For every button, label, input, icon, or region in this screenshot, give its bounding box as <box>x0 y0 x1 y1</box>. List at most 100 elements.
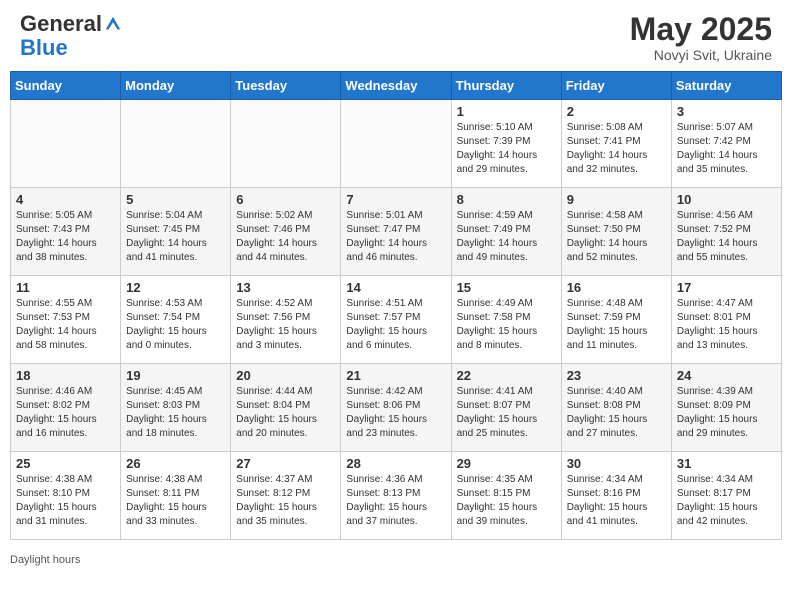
day-number: 20 <box>236 368 335 383</box>
day-number: 7 <box>346 192 445 207</box>
day-number: 14 <box>346 280 445 295</box>
day-number: 2 <box>567 104 666 119</box>
calendar-cell: 15Sunrise: 4:49 AM Sunset: 7:58 PM Dayli… <box>451 276 561 364</box>
calendar-cell: 8Sunrise: 4:59 AM Sunset: 7:49 PM Daylig… <box>451 188 561 276</box>
calendar-cell: 17 Sunrise: 4:47 AM Sunset: 8:01 PM Dayli… <box>671 276 781 364</box>
calendar-cell: 27Sunrise: 4:37 AM Sunset: 8:12 PM Dayli… <box>231 452 341 540</box>
weekday-header-monday: Monday <box>121 72 231 100</box>
day-info: Sunrise: 5:08 AM Sunset: 7:41 PM Dayligh… <box>567 121 666 177</box>
day-info: Sunrise: 5:05 AM Sunset: 7:43 PM Dayligh… <box>16 209 115 265</box>
day-info: Sunrise: 4:48 AM Sunset: 7:59 PM Dayligh… <box>567 297 666 353</box>
day-info: Sunrise: 4:58 AM Sunset: 7:50 PM Dayligh… <box>567 209 666 265</box>
calendar-cell: 2 Sunrise: 5:08 AM Sunset: 7:41 PM Daylig… <box>561 100 671 188</box>
weekday-header-tuesday: Tuesday <box>231 72 341 100</box>
calendar-cell: 6Sunrise: 5:02 AM Sunset: 7:46 PM Daylig… <box>231 188 341 276</box>
day-number: 21 <box>346 368 445 383</box>
calendar-header: SundayMondayTuesdayWednesdayThursdayFrid… <box>11 72 782 100</box>
calendar-cell: 31 Sunrise: 4:34 AM Sunset: 8:17 PM Dayli… <box>671 452 781 540</box>
calendar-cell <box>341 100 451 188</box>
day-info: Sunrise: 4:40 AM Sunset: 8:08 PM Dayligh… <box>567 385 666 441</box>
calendar-cell: 10Sunrise: 4:56 AM Sunset: 7:52 PM Dayli… <box>671 188 781 276</box>
day-number: 30 <box>567 456 666 471</box>
calendar-cell <box>231 100 341 188</box>
calendar-cell <box>121 100 231 188</box>
location-title: Novyi Svit, Ukraine <box>630 47 772 63</box>
weekday-row: SundayMondayTuesdayWednesdayThursdayFrid… <box>11 72 782 100</box>
calendar-cell: 9 Sunrise: 4:58 AM Sunset: 7:50 PM Daylig… <box>561 188 671 276</box>
logo-blue-text: Blue <box>20 36 122 60</box>
day-info: Sunrise: 4:44 AM Sunset: 8:04 PM Dayligh… <box>236 385 335 441</box>
weekday-header-thursday: Thursday <box>451 72 561 100</box>
day-info: Sunrise: 4:34 AM Sunset: 8:16 PM Dayligh… <box>567 473 666 529</box>
day-number: 17 <box>677 280 776 295</box>
day-info: Sunrise: 4:56 AM Sunset: 7:52 PM Dayligh… <box>677 209 776 265</box>
day-info: Sunrise: 4:52 AM Sunset: 7:56 PM Dayligh… <box>236 297 335 353</box>
day-info: Sunrise: 4:39 AM Sunset: 8:09 PM Dayligh… <box>677 385 776 441</box>
calendar-cell: 25 Sunrise: 4:38 AM Sunset: 8:10 PM Dayli… <box>11 452 121 540</box>
calendar-footer: Daylight hours <box>0 550 792 572</box>
day-info: Sunrise: 5:10 AM Sunset: 7:39 PM Dayligh… <box>457 121 556 177</box>
day-number: 16 <box>567 280 666 295</box>
day-number: 12 <box>126 280 225 295</box>
calendar-cell: 23 Sunrise: 4:40 AM Sunset: 8:08 PM Dayli… <box>561 364 671 452</box>
daylight-label: Daylight hours <box>10 554 80 566</box>
day-info: Sunrise: 4:45 AM Sunset: 8:03 PM Dayligh… <box>126 385 225 441</box>
weekday-header-friday: Friday <box>561 72 671 100</box>
calendar-cell: 18 Sunrise: 4:46 AM Sunset: 8:02 PM Dayli… <box>11 364 121 452</box>
day-info: Sunrise: 4:38 AM Sunset: 8:11 PM Dayligh… <box>126 473 225 529</box>
calendar-cell: 21Sunrise: 4:42 AM Sunset: 8:06 PM Dayli… <box>341 364 451 452</box>
calendar-cell: 7Sunrise: 5:01 AM Sunset: 7:47 PM Daylig… <box>341 188 451 276</box>
logo-icon <box>104 15 122 33</box>
day-number: 29 <box>457 456 556 471</box>
day-number: 28 <box>346 456 445 471</box>
weekday-header-sunday: Sunday <box>11 72 121 100</box>
day-number: 25 <box>16 456 115 471</box>
day-number: 4 <box>16 192 115 207</box>
day-number: 1 <box>457 104 556 119</box>
calendar-cell: 5Sunrise: 5:04 AM Sunset: 7:45 PM Daylig… <box>121 188 231 276</box>
calendar-week-5: 25 Sunrise: 4:38 AM Sunset: 8:10 PM Dayli… <box>11 452 782 540</box>
day-info: Sunrise: 4:34 AM Sunset: 8:17 PM Dayligh… <box>677 473 776 529</box>
calendar-cell: 30 Sunrise: 4:34 AM Sunset: 8:16 PM Dayli… <box>561 452 671 540</box>
page-header: General Blue May 2025 Novyi Svit, Ukrain… <box>0 0 792 71</box>
day-number: 23 <box>567 368 666 383</box>
month-title: May 2025 <box>630 12 772 47</box>
day-number: 24 <box>677 368 776 383</box>
calendar-cell: 4 Sunrise: 5:05 AM Sunset: 7:43 PM Daylig… <box>11 188 121 276</box>
day-info: Sunrise: 4:38 AM Sunset: 8:10 PM Dayligh… <box>16 473 115 529</box>
day-info: Sunrise: 5:07 AM Sunset: 7:42 PM Dayligh… <box>677 121 776 177</box>
day-number: 6 <box>236 192 335 207</box>
calendar-cell: 11Sunrise: 4:55 AM Sunset: 7:53 PM Dayli… <box>11 276 121 364</box>
day-number: 9 <box>567 192 666 207</box>
calendar-table: SundayMondayTuesdayWednesdayThursdayFrid… <box>10 71 782 540</box>
calendar-cell: 12 Sunrise: 4:53 AM Sunset: 7:54 PM Dayli… <box>121 276 231 364</box>
calendar-cell: 20 Sunrise: 4:44 AM Sunset: 8:04 PM Dayli… <box>231 364 341 452</box>
calendar-week-2: 4 Sunrise: 5:05 AM Sunset: 7:43 PM Daylig… <box>11 188 782 276</box>
day-info: Sunrise: 4:36 AM Sunset: 8:13 PM Dayligh… <box>346 473 445 529</box>
calendar-cell: 28 Sunrise: 4:36 AM Sunset: 8:13 PM Dayli… <box>341 452 451 540</box>
calendar-cell: 3 Sunrise: 5:07 AM Sunset: 7:42 PM Daylig… <box>671 100 781 188</box>
day-info: Sunrise: 4:51 AM Sunset: 7:57 PM Dayligh… <box>346 297 445 353</box>
logo-general-text: General <box>20 12 102 36</box>
calendar-cell: 16 Sunrise: 4:48 AM Sunset: 7:59 PM Dayli… <box>561 276 671 364</box>
calendar-cell: 24 Sunrise: 4:39 AM Sunset: 8:09 PM Dayli… <box>671 364 781 452</box>
weekday-header-wednesday: Wednesday <box>341 72 451 100</box>
calendar-cell: 14 Sunrise: 4:51 AM Sunset: 7:57 PM Dayli… <box>341 276 451 364</box>
calendar-cell: 1 Sunrise: 5:10 AM Sunset: 7:39 PM Daylig… <box>451 100 561 188</box>
calendar-cell: 29Sunrise: 4:35 AM Sunset: 8:15 PM Dayli… <box>451 452 561 540</box>
day-number: 13 <box>236 280 335 295</box>
day-number: 18 <box>16 368 115 383</box>
day-number: 31 <box>677 456 776 471</box>
calendar-week-4: 18 Sunrise: 4:46 AM Sunset: 8:02 PM Dayli… <box>11 364 782 452</box>
calendar-cell: 26Sunrise: 4:38 AM Sunset: 8:11 PM Dayli… <box>121 452 231 540</box>
day-info: Sunrise: 4:41 AM Sunset: 8:07 PM Dayligh… <box>457 385 556 441</box>
day-number: 11 <box>16 280 115 295</box>
title-block: May 2025 Novyi Svit, Ukraine <box>630 12 772 63</box>
day-number: 3 <box>677 104 776 119</box>
calendar-cell: 13 Sunrise: 4:52 AM Sunset: 7:56 PM Dayli… <box>231 276 341 364</box>
day-info: Sunrise: 4:53 AM Sunset: 7:54 PM Dayligh… <box>126 297 225 353</box>
day-number: 19 <box>126 368 225 383</box>
day-info: Sunrise: 4:47 AM Sunset: 8:01 PM Dayligh… <box>677 297 776 353</box>
day-info: Sunrise: 4:46 AM Sunset: 8:02 PM Dayligh… <box>16 385 115 441</box>
weekday-header-saturday: Saturday <box>671 72 781 100</box>
